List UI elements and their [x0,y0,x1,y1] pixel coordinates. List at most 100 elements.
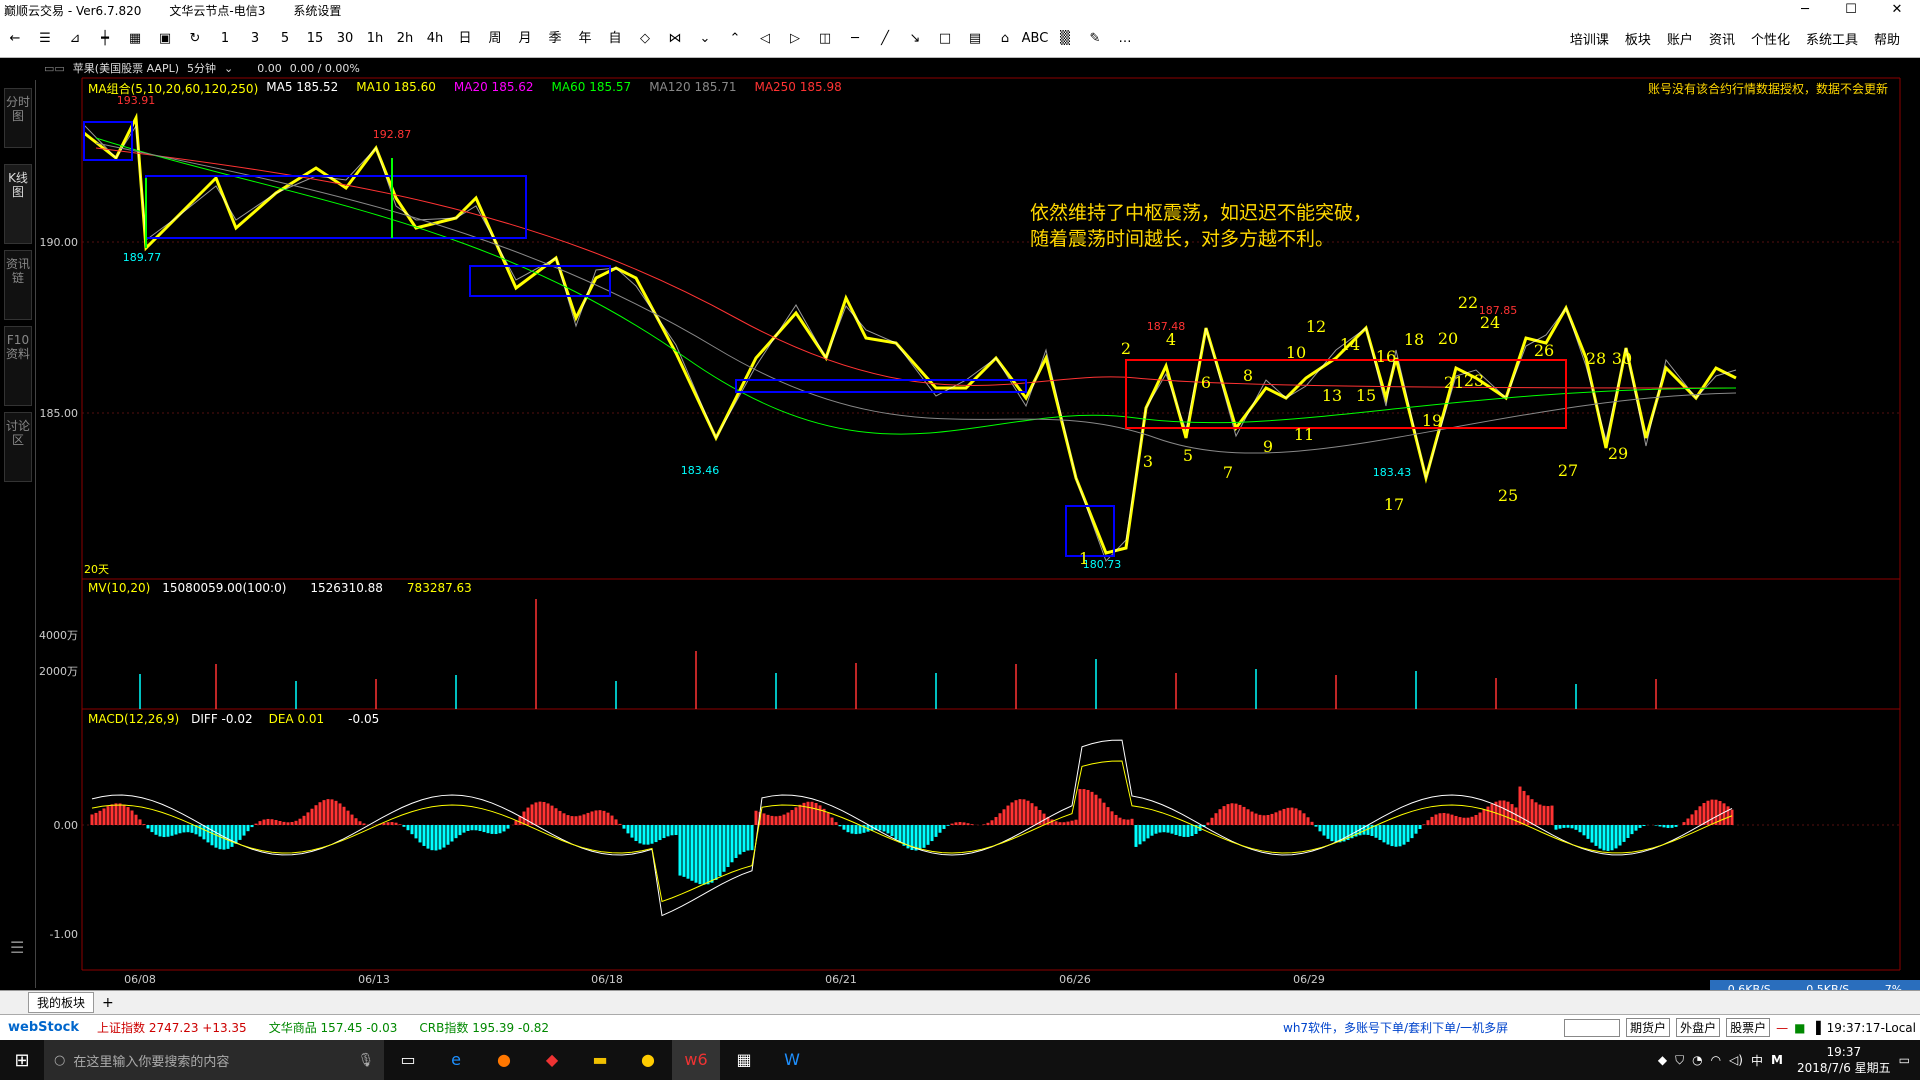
text-icon[interactable]: ABC [1020,20,1050,58]
period-week[interactable]: 周 [480,20,510,58]
instrument-bar: ▭▭ 苹果(美国股票 AAPL) 5分钟 ⌄ 0.00 0.00 / 0.00% [36,58,1909,78]
network-icon[interactable]: ◔ [1692,1053,1702,1067]
taskbar-search[interactable]: ○ 在这里输入你要搜索的内容 🎙 [44,1040,384,1080]
system-menu[interactable]: 系统设置 [293,2,341,19]
ime-indicator[interactable]: 中 [1751,1052,1763,1069]
chevron-down-icon[interactable]: ⌄ [224,62,233,75]
volume-icon[interactable]: ◁) [1729,1053,1743,1067]
left-icon[interactable]: ◁ [750,20,780,58]
app-orange-icon[interactable]: ● [480,1040,528,1080]
menu-personalize[interactable]: 个性化 [1751,29,1790,48]
task-view-icon[interactable]: ▭ [384,1040,432,1080]
wh6-app-icon[interactable]: w6 [672,1040,720,1080]
period-1[interactable]: 1 [210,20,240,58]
index-wh[interactable]: 文华商品 157.45 -0.03 [269,1019,398,1036]
code-input[interactable] [1564,1018,1621,1037]
period-custom[interactable]: 自 [600,20,630,58]
index-crb[interactable]: CRB指数 195.39 -0.82 [419,1019,549,1036]
instrument-name[interactable]: 苹果(美国股票 AAPL) [73,60,179,76]
list-icon[interactable]: ☰ [30,20,60,58]
period-month[interactable]: 月 [510,20,540,58]
index-sh[interactable]: 上证指数 2747.23 +13.35 [97,1019,247,1036]
diag-line-icon[interactable]: ╱ [870,20,900,58]
menu-tools[interactable]: 系统工具 [1806,29,1858,48]
menu-news[interactable]: 资讯 [1709,29,1735,48]
period-3[interactable]: 3 [240,20,270,58]
period-select[interactable]: 5分钟 [187,60,216,76]
date-tick-label: 06/08 [124,973,156,986]
menu-account[interactable]: 账户 [1667,29,1693,48]
fill-icon[interactable]: ▒ [1050,20,1080,58]
menu-list-icon[interactable]: ☰ [10,938,24,957]
period-quarter[interactable]: 季 [540,20,570,58]
chart-icon[interactable]: ⊿ [60,20,90,58]
shield-icon[interactable]: ⛉ [1675,1053,1684,1068]
period-4h[interactable]: 4h [420,20,450,58]
back-icon[interactable]: ← [0,20,30,58]
kline-icon[interactable]: ┿ [90,20,120,58]
tab-f10[interactable]: F10资料 [4,326,32,406]
line-icon[interactable]: ─ [840,20,870,58]
more-icon[interactable]: … [1110,20,1140,58]
down-icon[interactable]: ⌄ [690,20,720,58]
up-icon[interactable]: ⌃ [720,20,750,58]
wifi-icon[interactable]: ◠ [1711,1053,1721,1067]
promo-link[interactable]: wh7软件，多账号下单/套利下单/一机多屏 [1283,1019,1508,1036]
tab-timeshare[interactable]: 分时图 [4,88,32,148]
tab-my-plate[interactable]: 我的板块 [28,992,95,1013]
period-1h[interactable]: 1h [360,20,390,58]
stock-account-button[interactable]: 股票户 [1726,1018,1771,1037]
tray-app-icon[interactable]: ◆ [1658,1053,1667,1067]
period-5[interactable]: 5 [270,20,300,58]
zoom-out-icon[interactable]: ⋈ [660,20,690,58]
table-icon[interactable]: ▤ [960,20,990,58]
period-15[interactable]: 15 [300,20,330,58]
ime-mode-icon[interactable]: M [1771,1053,1783,1067]
grid-icon[interactable]: ▦ [120,20,150,58]
minimize-icon[interactable]: ─ [1782,0,1828,20]
menu-help[interactable]: 帮助 [1874,29,1900,48]
refresh-icon[interactable]: ↻ [180,20,210,58]
menu-small-icon[interactable]: ▭▭ [44,62,65,75]
calculator-icon[interactable]: ▦ [720,1040,768,1080]
edge-icon[interactable]: e [432,1040,480,1080]
foreign-account-button[interactable]: 外盘户 [1676,1018,1721,1037]
arrow-line-icon[interactable]: ↘ [900,20,930,58]
node-label[interactable]: 文华云节点-电信3 [169,2,265,19]
windows-start-icon[interactable]: ⊞ [0,1040,44,1080]
period-2h[interactable]: 2h [390,20,420,58]
folder-icon[interactable]: ▬ [576,1040,624,1080]
layout-icon[interactable]: ◫ [810,20,840,58]
mic-icon[interactable]: 🎙 [357,1053,374,1068]
menu-plate[interactable]: 板块 [1625,29,1651,48]
eraser-icon[interactable]: ✎ [1080,20,1110,58]
period-30[interactable]: 30 [330,20,360,58]
macd-diff: DIFF -0.02 [191,712,253,726]
tab-news[interactable]: 资讯链 [4,250,32,320]
add-tab-button[interactable]: + [102,995,114,1011]
home-icon[interactable]: ⌂ [990,20,1020,58]
chart-area[interactable]: 190.00 185.00 0.00 -1.00 4000万 2000万 20天 06/08 0… [36,58,1909,988]
wave-number: 11 [1294,425,1314,444]
ma-label[interactable]: MA组合(5,10,20,60,120,250) [88,80,258,97]
futures-account-button[interactable]: 期货户 [1626,1018,1671,1037]
app-w-icon[interactable]: W [768,1040,816,1080]
period-year[interactable]: 年 [570,20,600,58]
save-icon[interactable]: ▣ [150,20,180,58]
app-yellow-icon[interactable]: ● [624,1040,672,1080]
macd-label[interactable]: MACD(12,26,9) [88,712,179,726]
close-icon[interactable]: ✕ [1874,0,1920,20]
rect-icon[interactable]: □ [930,20,960,58]
right-icon[interactable]: ▷ [780,20,810,58]
period-day[interactable]: 日 [450,20,480,58]
menu-training[interactable]: 培训课 [1570,29,1609,48]
tab-forum[interactable]: 讨论区 [4,412,32,482]
volume-label[interactable]: MV(10,20) [88,581,150,595]
notification-icon[interactable]: ▭ [1899,1053,1910,1067]
zoom-in-icon[interactable]: ◇ [630,20,660,58]
tab-kline[interactable]: K线图 [4,164,32,244]
left-sidebar: 分时图 K线图 资讯链 F10资料 讨论区 ☰ [0,80,36,988]
maximize-icon[interactable]: ☐ [1828,0,1874,20]
app-red-icon[interactable]: ◆ [528,1040,576,1080]
clock[interactable]: 19:37 2018/7/6 星期五 [1797,1044,1891,1076]
